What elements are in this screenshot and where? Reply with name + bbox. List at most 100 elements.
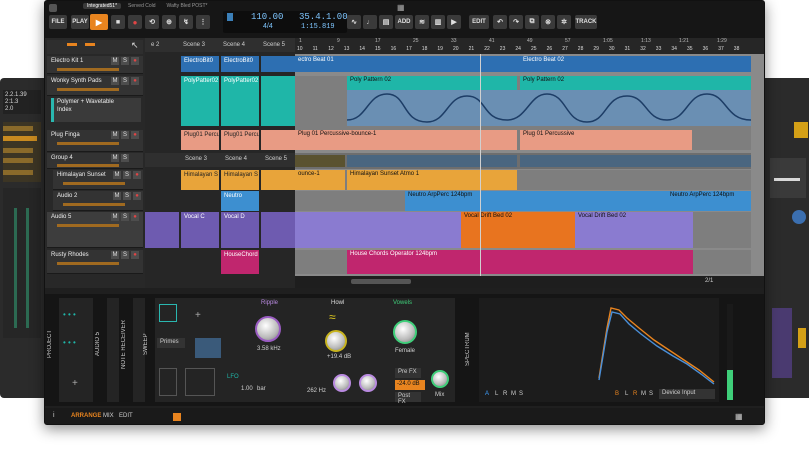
prefx-button[interactable]: Pre FX — [395, 368, 421, 378]
clip-cell[interactable]: Plug01 Percu — [181, 130, 219, 150]
play-button[interactable]: ▶ — [90, 14, 108, 30]
horizontal-scrollbar[interactable] — [351, 279, 411, 284]
arm-button[interactable]: ● — [131, 251, 139, 259]
arranger-clip[interactable]: Vocal Drift Bed 02 — [575, 212, 693, 248]
clip-cell[interactable] — [145, 212, 179, 248]
solo-button[interactable]: S — [121, 154, 129, 162]
tab-project-1[interactable]: Integrated51* — [83, 3, 122, 9]
ruler-bar-number[interactable]: 11 — [313, 46, 318, 52]
playhead[interactable] — [480, 54, 481, 276]
scene-2[interactable]: e 2 — [151, 42, 159, 48]
clip-cell[interactable] — [261, 170, 295, 190]
groove-button[interactable]: ∿ — [347, 15, 361, 29]
punch-button[interactable]: ⋮ — [196, 15, 210, 29]
ruler-bar-number[interactable]: 29 — [593, 46, 599, 52]
track-audio-5[interactable]: Audio 5 M S ● — [47, 212, 143, 248]
arranger-clip[interactable]: Poly Pattern 02 — [347, 76, 517, 90]
channel-s[interactable]: S — [519, 391, 523, 397]
add-icon[interactable]: + — [72, 378, 78, 389]
edit-tab[interactable]: EDIT — [119, 413, 133, 419]
info-icon[interactable]: i — [53, 412, 55, 419]
ruler-bar-number[interactable]: 14 — [359, 46, 365, 52]
ripple-knob[interactable] — [255, 316, 281, 342]
band-s[interactable]: S — [649, 391, 653, 397]
arm-button[interactable]: ● — [133, 171, 141, 179]
postfx-button[interactable]: Post FX — [395, 392, 421, 405]
channel-m[interactable]: M — [511, 391, 516, 397]
redo-button[interactable]: ↷ — [509, 15, 523, 29]
ruler-bar-number[interactable]: 17 — [406, 46, 412, 52]
band-l[interactable]: L — [625, 391, 628, 397]
ruler-bar-number[interactable]: 33 — [656, 46, 662, 52]
keyboard-icon[interactable]: ▦ — [735, 412, 743, 421]
solo-button[interactable]: S — [121, 213, 129, 221]
solo-button[interactable]: S — [123, 171, 131, 179]
overdub-button[interactable]: ⊕ — [162, 15, 176, 29]
ruler-bar-number[interactable]: 23 — [500, 46, 506, 52]
edit-button[interactable]: EDIT — [469, 15, 489, 29]
clip-cell[interactable]: PolyPatter02 — [221, 76, 259, 126]
mute-button[interactable]: M — [111, 251, 119, 259]
solo-button[interactable]: S — [121, 57, 129, 65]
channel-r[interactable]: R — [503, 391, 507, 397]
tempo-display[interactable]: 110.00 — [251, 12, 283, 22]
volume-fader[interactable] — [57, 68, 119, 71]
arrange-tab[interactable]: ARRANGE — [71, 413, 101, 419]
primes-button[interactable]: Primes — [157, 338, 185, 348]
mute-button[interactable]: M — [111, 213, 119, 221]
ruler-bar-number[interactable]: 37 — [718, 46, 724, 52]
volume-fader[interactable] — [63, 182, 125, 185]
mix-knob[interactable] — [431, 370, 449, 388]
waveform-button[interactable]: ≋ — [415, 15, 429, 29]
clip-cell[interactable] — [261, 76, 295, 126]
ruler-bar-number[interactable]: 38 — [734, 46, 740, 52]
position-display[interactable]: 35.4.1.00 — [299, 12, 348, 22]
ruler-bar-number[interactable]: 28 — [578, 46, 584, 52]
tab-project-3[interactable]: Wafty Bled POST* — [163, 3, 212, 9]
band-r[interactable]: R — [633, 391, 637, 397]
clip-cell[interactable]: Vocal C — [181, 212, 219, 248]
arm-button[interactable]: ● — [131, 213, 139, 221]
time-signature[interactable]: 4/4 — [263, 23, 273, 30]
volume-fader[interactable] — [57, 224, 119, 227]
track-polymer[interactable]: Polymer + Wavetable Index — [51, 98, 141, 122]
mute-button[interactable]: M — [111, 154, 119, 162]
ruler-bar-number[interactable]: 32 — [640, 46, 646, 52]
clip-cell[interactable]: PolyPatter02 — [181, 76, 219, 126]
mute-button[interactable]: M — [113, 171, 121, 179]
clip-cell[interactable]: ElectroBit0 — [181, 56, 219, 72]
tab-project-2[interactable]: Served Cold — [124, 3, 160, 9]
ruler-bar-number[interactable]: 22 — [484, 46, 490, 52]
scene-5[interactable]: Scene 5 — [263, 42, 285, 48]
mute-button[interactable]: M — [111, 131, 119, 139]
ruler-bar-number[interactable]: 10 — [297, 46, 303, 52]
arranger-clip[interactable]: Plug 01 Percussive — [520, 130, 692, 150]
clip-cell[interactable]: Himalayan S — [221, 170, 259, 190]
level-value[interactable]: -24.0 dB — [395, 380, 425, 390]
ruler-bar-number[interactable]: 27 — [562, 46, 568, 52]
arranger-clip[interactable]: Vocal Drift Bed 02 — [461, 212, 575, 248]
ruler-bar-number[interactable]: 21 — [469, 46, 475, 52]
track-wonky-synth[interactable]: Wonky Synth Pads M S ● — [47, 76, 143, 96]
ruler-bar-number[interactable]: 30 — [609, 46, 615, 52]
fill-button[interactable]: ▤ — [379, 15, 393, 29]
track-group-4[interactable]: Group 4 MS — [47, 153, 143, 169]
arm-button[interactable]: ● — [131, 57, 139, 65]
arranger-clip[interactable]: Plug 01 Percussive-bounce-1 — [295, 130, 517, 150]
mod-knob-2[interactable] — [359, 374, 377, 392]
mix-tab[interactable]: MIX — [103, 413, 114, 419]
grid-device[interactable]: Ripple 3.58 kHz Howl ≈ +19.4 dB Vowels F… — [221, 298, 455, 405]
ruler-bar-number[interactable]: 36 — [703, 46, 709, 52]
ruler-bar-number[interactable]: 18 — [422, 46, 428, 52]
ruler-bar-number[interactable]: 19 — [437, 46, 443, 52]
ruler-bar-number[interactable]: 24 — [515, 46, 521, 52]
ruler-bar-number[interactable]: 26 — [547, 46, 553, 52]
channel-l[interactable]: L — [495, 391, 498, 397]
volume-fader[interactable] — [57, 142, 119, 145]
clip-cell[interactable]: ElectroBit0 — [221, 56, 259, 72]
scene-3[interactable]: Scene 3 — [183, 42, 205, 48]
mixer-button[interactable]: ▥ — [431, 15, 445, 29]
group-scene-3[interactable]: Scene 3 — [185, 156, 207, 162]
arranger-clip[interactable]: Electro Beat 02 — [520, 56, 751, 72]
clip-cell[interactable] — [261, 212, 295, 248]
